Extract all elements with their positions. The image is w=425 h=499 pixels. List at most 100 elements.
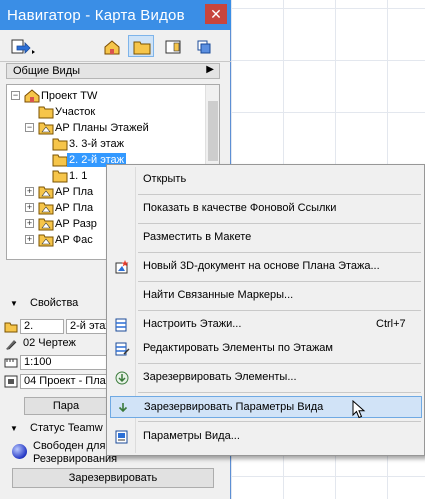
folder-icon: [38, 106, 54, 119]
menu-item-open[interactable]: Открыть: [110, 169, 422, 191]
folder-icon: [52, 154, 68, 167]
scale-icon: [4, 358, 18, 368]
story-name-field[interactable]: 2-й этаж: [66, 319, 110, 334]
view-map-selector-label: Общие Виды: [13, 65, 81, 77]
publisher-button[interactable]: [6, 35, 38, 57]
stories-icon: [115, 318, 127, 332]
close-icon: ✕: [210, 6, 222, 22]
menu-item-view-settings[interactable]: Параметры Вида...: [110, 426, 422, 448]
folder-icon: [52, 138, 68, 151]
menu-item-label: Показать в качестве Фоновой Ссылки: [143, 202, 337, 214]
view-settings-button[interactable]: Пара: [24, 397, 108, 415]
model-view-field[interactable]: 04 Проект - План: [20, 374, 110, 389]
teamwork-status-line1: Свободен для: [33, 440, 106, 452]
floorplan-folder-icon: [38, 186, 54, 199]
tree-node-label: Проект TW: [41, 90, 98, 102]
menu-item-label: Редактировать Элементы по Этажам: [143, 342, 333, 354]
reserve-elements-icon: [115, 371, 129, 385]
menu-item-show-as-trace[interactable]: Показать в качестве Фоновой Ссылки: [110, 198, 422, 220]
menu-separator: [138, 392, 421, 393]
tree-node-label: АР Пла: [55, 186, 94, 198]
new-3d-document-icon: [115, 260, 129, 274]
project-house-icon: [24, 89, 40, 103]
menu-separator: [138, 363, 421, 364]
teamwork-status-line2: Резервирования: [33, 453, 118, 465]
expand-icon[interactable]: +: [25, 219, 34, 228]
project-map-button[interactable]: [98, 35, 124, 57]
menu-separator: [138, 310, 421, 311]
tree-node-label: АР Разр: [55, 218, 97, 230]
pen-set-value[interactable]: 02 Чертеж: [20, 337, 110, 352]
menu-item-story-settings[interactable]: Настроить Этажи... Ctrl+7: [110, 314, 422, 336]
view-settings-icon: [115, 430, 128, 444]
project-map-icon: [104, 40, 120, 55]
scale-field[interactable]: 1:100: [20, 355, 110, 370]
menu-separator: [138, 252, 421, 253]
menu-separator: [138, 223, 421, 224]
edit-by-stories-icon: [115, 342, 130, 356]
collapse-icon[interactable]: −: [11, 91, 20, 100]
tree-node-label: 3. 3-й этаж: [69, 138, 124, 150]
menu-item-label: Найти Связанные Маркеры...: [143, 289, 294, 301]
close-button[interactable]: ✕: [205, 4, 227, 24]
publisher-icon: [11, 39, 35, 54]
menu-separator: [138, 194, 421, 195]
expand-icon[interactable]: +: [25, 203, 34, 212]
menu-item-label: Параметры Вида...: [143, 430, 240, 442]
expand-triangle-icon: ▼: [10, 424, 18, 433]
teamwork-status-icon: [12, 444, 27, 459]
publisher-sets-icon: [197, 40, 211, 54]
pen-set-icon: [6, 340, 17, 350]
story-number-field[interactable]: 2.: [20, 319, 64, 334]
tree-node-label: АР Фас: [55, 234, 93, 246]
window-title: Навигатор - Карта Видов: [7, 7, 185, 24]
layout-book-icon: [165, 40, 181, 54]
menu-separator: [138, 281, 421, 282]
reserve-view-icon: [118, 403, 128, 413]
menu-item-label: Открыть: [143, 173, 187, 185]
view-map-selector[interactable]: Общие Виды ▶: [6, 63, 220, 79]
tree-node-label: Участок: [55, 106, 96, 118]
collapse-icon[interactable]: −: [25, 123, 34, 132]
menu-item-find-markers[interactable]: Найти Связанные Маркеры...: [110, 285, 422, 307]
menu-item-reserve-view-settings[interactable]: Зарезервировать Параметры Вида: [110, 396, 422, 418]
menu-item-new-3d-document[interactable]: Новый 3D-документ на основе Плана Этажа.…: [110, 256, 422, 278]
publisher-sets-button[interactable]: [190, 35, 216, 57]
tree-node-label: АР Планы Этажей: [55, 122, 149, 134]
view-map-icon: [133, 41, 151, 55]
floorplan-folder-icon: [38, 122, 54, 135]
menu-item-shortcut: Ctrl+7: [376, 318, 406, 330]
menu-item-label: Новый 3D-документ на основе Плана Этажа.…: [143, 260, 380, 272]
menu-item-label: Зарезервировать Элементы...: [143, 371, 297, 383]
arrow-right-icon: ▶: [206, 64, 214, 75]
floorplan-folder-icon: [38, 202, 54, 215]
mouse-cursor-icon: [352, 400, 366, 419]
teamwork-status-text: Свободен для Резервирования: [33, 440, 117, 466]
menu-item-label: Зарезервировать Параметры Вида: [144, 401, 324, 413]
view-map-button[interactable]: [128, 35, 154, 57]
menu-item-reserve-elements[interactable]: Зарезервировать Элементы...: [110, 367, 422, 389]
floorplan-folder-icon: [38, 218, 54, 231]
title-bar[interactable]: Навигатор - Карта Видов ✕: [0, 0, 231, 30]
menu-item-label: Разместить в Макете: [143, 231, 252, 243]
tree-node-label: 1. 1: [69, 170, 88, 182]
tree-node-label: АР Пла: [55, 202, 94, 214]
menu-item-place-in-layout[interactable]: Разместить в Макете: [110, 227, 422, 249]
properties-header-label: Свойства: [30, 297, 79, 309]
navigator-toolbar: [0, 30, 231, 62]
expand-icon[interactable]: +: [25, 187, 34, 196]
expand-icon[interactable]: +: [25, 235, 34, 244]
teamwork-header-label: Статус Teamw: [30, 422, 103, 434]
folder-icon: [52, 170, 68, 183]
menu-item-edit-by-stories[interactable]: Редактировать Элементы по Этажам: [110, 338, 422, 360]
reserve-button[interactable]: Зарезервировать: [12, 468, 214, 488]
expand-triangle-icon: ▼: [10, 299, 18, 308]
story-icon: [4, 322, 18, 333]
scrollbar-thumb[interactable]: [208, 101, 218, 161]
menu-separator: [138, 421, 421, 422]
context-menu: Открыть Показать в качестве Фоновой Ссыл…: [106, 164, 425, 456]
model-view-icon: [4, 375, 18, 388]
floorplan-folder-icon: [38, 234, 54, 247]
menu-item-label: Настроить Этажи...: [143, 318, 242, 330]
layout-book-button[interactable]: [159, 35, 185, 57]
